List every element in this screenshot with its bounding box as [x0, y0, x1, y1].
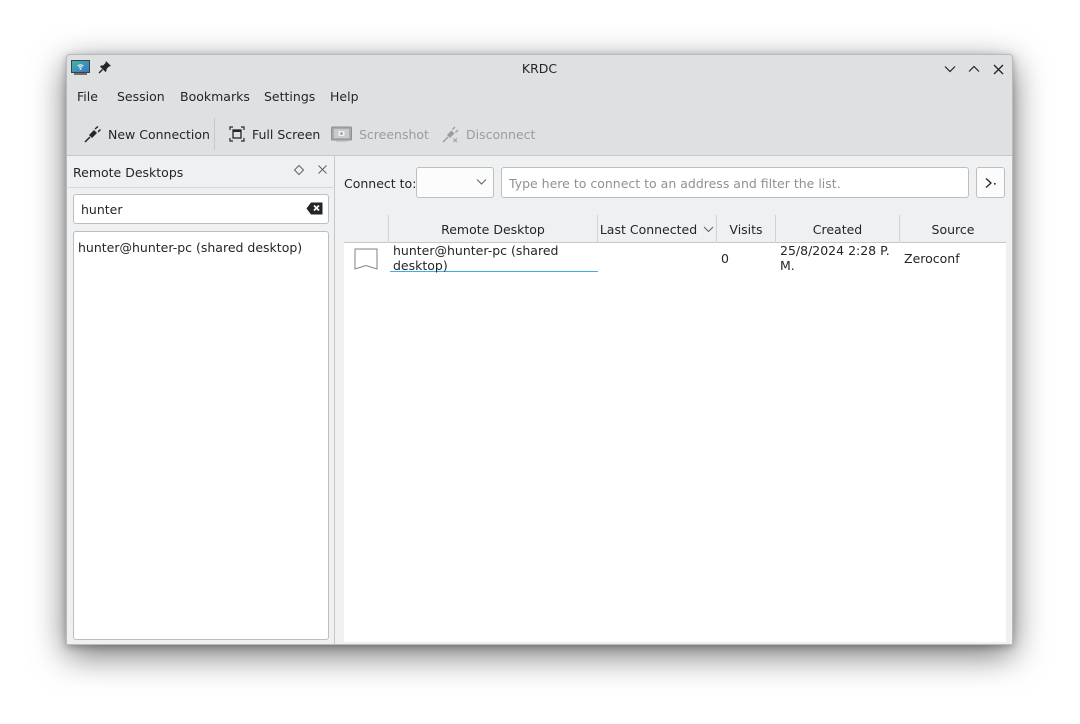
screenshot-label: Screenshot: [359, 126, 429, 142]
fullscreen-icon: [229, 126, 245, 142]
connect-button[interactable]: [976, 167, 1005, 198]
menu-bar: File Session Bookmarks Settings Help: [67, 82, 1012, 110]
menu-file[interactable]: File: [77, 89, 98, 104]
chevron-up-icon: [968, 65, 980, 72]
menu-settings[interactable]: Settings: [264, 89, 315, 104]
panel-title: Remote Desktops: [73, 165, 184, 180]
toolbar: New Connection Full Screen Screenshot Di…: [67, 110, 1012, 156]
remote-desktops-table: Remote Desktop Last Connected Visits Cre…: [344, 215, 1006, 642]
disconnect-icon: [442, 126, 459, 142]
remote-desktops-list[interactable]: hunter@hunter-pc (shared desktop): [73, 231, 329, 640]
filter-field[interactable]: [73, 194, 329, 224]
screenshot-button[interactable]: Screenshot: [331, 124, 429, 144]
cell-visits: 0: [721, 250, 729, 266]
table-header: Remote Desktop Last Connected Visits Cre…: [344, 215, 1006, 243]
menu-help[interactable]: Help: [330, 89, 359, 104]
main-area: Connect to: Remote Desktop Last Connecte…: [336, 156, 1012, 644]
close-icon: [993, 64, 1003, 74]
remote-desktops-panel: Remote Desktops hunter@hunter-pc (shared…: [67, 156, 335, 644]
chevron-down-icon: [944, 66, 956, 73]
bookmark-icon[interactable]: [354, 248, 378, 270]
new-connection-button[interactable]: New Connection: [84, 124, 210, 144]
cell-created: 25/8/2024 2:28 P. M.: [780, 243, 890, 273]
filter-input[interactable]: [81, 200, 291, 218]
minimize-button[interactable]: [941, 60, 959, 78]
go-arrow-icon: [985, 177, 996, 188]
protocol-dropdown[interactable]: [416, 167, 494, 198]
column-header-label: Last Connected: [599, 221, 698, 237]
column-header-created[interactable]: Created: [776, 215, 900, 243]
connect-to-label: Connect to:: [344, 176, 417, 191]
address-field[interactable]: [501, 167, 969, 198]
window-title: KRDC: [521, 61, 558, 76]
maximize-button[interactable]: [965, 60, 983, 78]
column-header-visits[interactable]: Visits: [717, 215, 776, 243]
column-header-bookmark[interactable]: [344, 215, 389, 243]
float-panel-icon[interactable]: [293, 164, 305, 176]
column-header-source[interactable]: Source: [900, 215, 1006, 243]
new-connection-label: New Connection: [108, 126, 210, 142]
disconnect-label: Disconnect: [466, 126, 536, 142]
close-panel-icon[interactable]: [317, 164, 328, 175]
title-bar[interactable]: KRDC: [67, 55, 1012, 82]
disconnect-button[interactable]: Disconnect: [442, 124, 535, 144]
address-input[interactable]: [509, 174, 959, 192]
full-screen-label: Full Screen: [252, 126, 321, 142]
cell-remote-desktop[interactable]: hunter@hunter-pc (shared desktop): [390, 243, 598, 273]
menu-session[interactable]: Session: [117, 89, 165, 104]
sort-descending-icon: [703, 226, 714, 232]
column-header-last-connected[interactable]: Last Connected: [598, 215, 717, 243]
column-header-remote-desktop[interactable]: Remote Desktop: [389, 215, 598, 243]
list-item[interactable]: hunter@hunter-pc (shared desktop): [78, 240, 302, 255]
krdc-window: KRDC File Session Bookmarks Settings Hel…: [66, 54, 1013, 645]
close-button[interactable]: [989, 60, 1007, 78]
table-row[interactable]: hunter@hunter-pc (shared desktop) 0 25/8…: [344, 243, 1006, 273]
full-screen-button[interactable]: Full Screen: [229, 124, 320, 144]
menu-bookmarks[interactable]: Bookmarks: [180, 89, 250, 104]
chevron-down-icon: [476, 179, 487, 185]
screenshot-icon: [331, 126, 352, 142]
cell-last-connected: [598, 244, 717, 272]
toolbar-separator: [214, 118, 215, 150]
plug-icon: [84, 125, 101, 143]
clear-text-icon[interactable]: [306, 202, 323, 215]
cell-source: Zeroconf: [904, 250, 960, 266]
panel-divider: [67, 187, 335, 188]
